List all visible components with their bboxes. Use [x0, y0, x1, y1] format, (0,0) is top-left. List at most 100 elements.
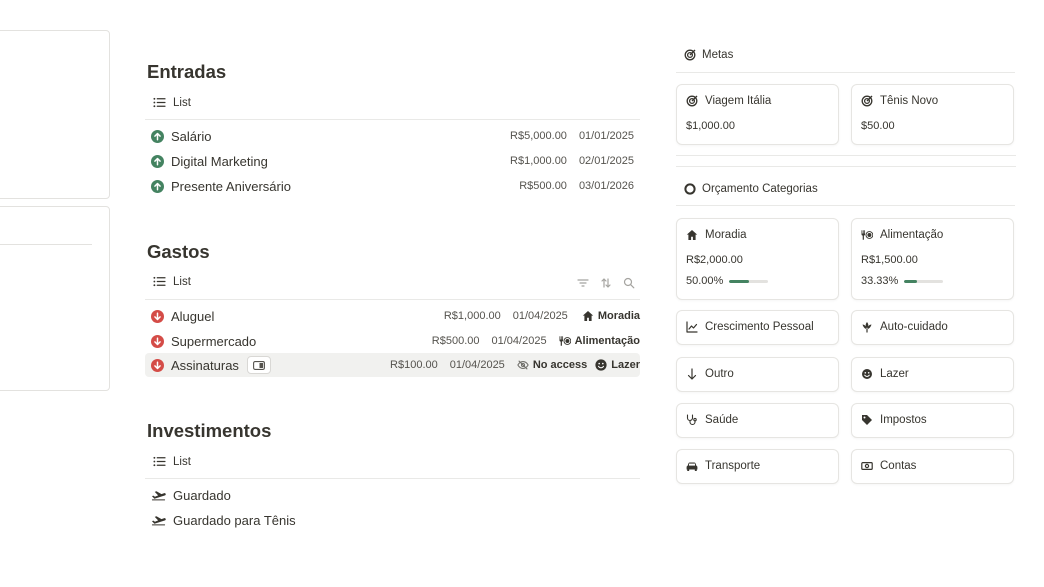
stethoscope-icon [686, 414, 697, 426]
category-title: Impostos [880, 414, 927, 426]
left-panel-top [0, 30, 110, 199]
cash-icon [861, 461, 873, 471]
goal-card[interactable]: Tênis Novo $50.00 [851, 84, 1014, 145]
plane-takeoff-icon [151, 514, 166, 527]
access-label: No access [532, 359, 588, 371]
budget-percent: 33.33% [861, 275, 899, 287]
investment-name: Guardado para Tênis [173, 512, 296, 528]
price-tag-icon [862, 415, 872, 425]
orcamento-divider [676, 205, 1015, 206]
budget-card[interactable]: Alimentação R$1,500.00 33.33% [851, 218, 1014, 300]
gastos-divider [145, 299, 640, 300]
arrow-down-icon [687, 368, 697, 380]
budget-progress-fill [904, 279, 918, 283]
view-tab-label: List [173, 455, 191, 468]
smiley-icon [862, 369, 872, 379]
gastos-row[interactable]: Aluguel R$1,000.00 01/04/2025 Moradia [145, 304, 640, 328]
category-title: Saúde [705, 414, 739, 426]
smiley-icon [595, 359, 607, 371]
budget-progress-fill [729, 279, 749, 283]
car-icon [686, 462, 698, 471]
budget-title: Alimentação [880, 229, 944, 241]
investimentos-title: Investimentos [147, 420, 272, 441]
circle-icon [684, 183, 696, 195]
category-card[interactable]: Contas [851, 449, 1014, 484]
orcamento-title: Orçamento Categorias [702, 183, 818, 195]
section-divider [676, 155, 1016, 156]
section-divider [676, 166, 1016, 167]
house-icon [686, 230, 698, 240]
entradas-row[interactable]: Presente Aniversário R$500.00 03/01/2026 [145, 174, 640, 198]
open-side-peek-button[interactable] [246, 356, 271, 374]
filter-icon[interactable] [577, 277, 589, 289]
gastos-view-tab[interactable]: List [153, 275, 191, 288]
metas-divider [676, 72, 1015, 73]
investimentos-row[interactable]: Guardado para Tênis [145, 508, 640, 532]
goal-title: Tênis Novo [880, 95, 939, 107]
fork-knife-icon [861, 230, 873, 240]
entradas-view-tab[interactable]: List [153, 96, 191, 109]
arrow-up-circle-icon [151, 179, 164, 193]
entry-date: 02/01/2025 [578, 155, 634, 167]
orcamento-header[interactable]: Orçamento Categorias [684, 183, 818, 195]
category-tag[interactable]: Lazer [595, 359, 640, 371]
expense-date: 01/04/2025 [512, 310, 568, 322]
arrow-up-circle-icon [151, 154, 164, 168]
entry-name: Salário [171, 128, 212, 144]
goal-value: $1,000.00 [686, 120, 735, 132]
category-card[interactable]: Lazer [851, 357, 1014, 392]
expense-name: Assinaturas [171, 357, 239, 373]
budget-progress-bar [729, 279, 769, 283]
expense-date: 01/04/2025 [491, 335, 547, 347]
category-tag[interactable]: Alimentação [559, 335, 640, 347]
trend-chart-icon [686, 321, 698, 333]
budget-percent: 50.00% [686, 275, 724, 287]
expense-value: R$100.00 [390, 359, 438, 371]
category-label: Moradia [597, 310, 640, 322]
category-card[interactable]: Auto-cuidado [851, 310, 1014, 345]
category-title: Outro [705, 368, 734, 380]
entry-date: 03/01/2026 [578, 180, 634, 192]
investimentos-row[interactable]: Guardado [145, 483, 640, 507]
category-title: Contas [880, 460, 917, 472]
category-card[interactable]: Saúde [676, 403, 839, 438]
goal-value: $50.00 [861, 120, 895, 132]
investimentos-divider [145, 478, 640, 479]
entry-date: 01/01/2025 [578, 130, 634, 142]
eye-off-icon [517, 360, 529, 370]
expense-name: Supermercado [171, 333, 257, 349]
metas-header[interactable]: Metas [684, 49, 733, 61]
expense-name: Aluguel [171, 308, 215, 324]
target-icon [861, 95, 873, 107]
category-label: Alimentação [574, 335, 640, 347]
category-card[interactable]: Crescimento Pessoal [676, 310, 839, 345]
entradas-row[interactable]: Digital Marketing R$1,000.00 02/01/2025 [145, 149, 640, 173]
entradas-row[interactable]: Salário R$5,000.00 01/01/2025 [145, 124, 640, 148]
side-peek-icon [252, 360, 265, 370]
left-panel-divider [0, 244, 92, 245]
category-card[interactable]: Impostos [851, 403, 1014, 438]
category-title: Auto-cuidado [880, 321, 948, 333]
goal-card[interactable]: Viagem Itália $1,000.00 [676, 84, 839, 145]
category-card[interactable]: Transporte [676, 449, 839, 484]
category-card[interactable]: Outro [676, 357, 839, 392]
search-icon[interactable] [623, 277, 635, 289]
left-panel-bottom [0, 206, 110, 391]
sort-icon[interactable] [600, 277, 612, 289]
expense-date: 01/04/2025 [449, 359, 505, 371]
category-title: Transporte [705, 460, 761, 472]
entry-value: R$5,000.00 [510, 130, 567, 142]
fork-knife-icon [559, 336, 571, 346]
budget-title: Moradia [705, 229, 747, 241]
gastos-row[interactable]: Supermercado R$500.00 01/04/2025 Aliment… [145, 329, 640, 353]
list-icon [153, 97, 166, 108]
list-icon [153, 456, 166, 467]
investimentos-view-tab[interactable]: List [153, 455, 191, 468]
house-icon [582, 311, 594, 321]
budget-value: R$2,000.00 [686, 254, 743, 266]
gastos-row[interactable]: Assinaturas R$100.00 01/04/2025 No acces… [145, 353, 640, 377]
budget-card[interactable]: Moradia R$2,000.00 50.00% [676, 218, 839, 300]
arrow-down-circle-icon [151, 358, 164, 372]
category-tag[interactable]: Moradia [582, 310, 640, 322]
access-tag: No access [517, 359, 587, 371]
